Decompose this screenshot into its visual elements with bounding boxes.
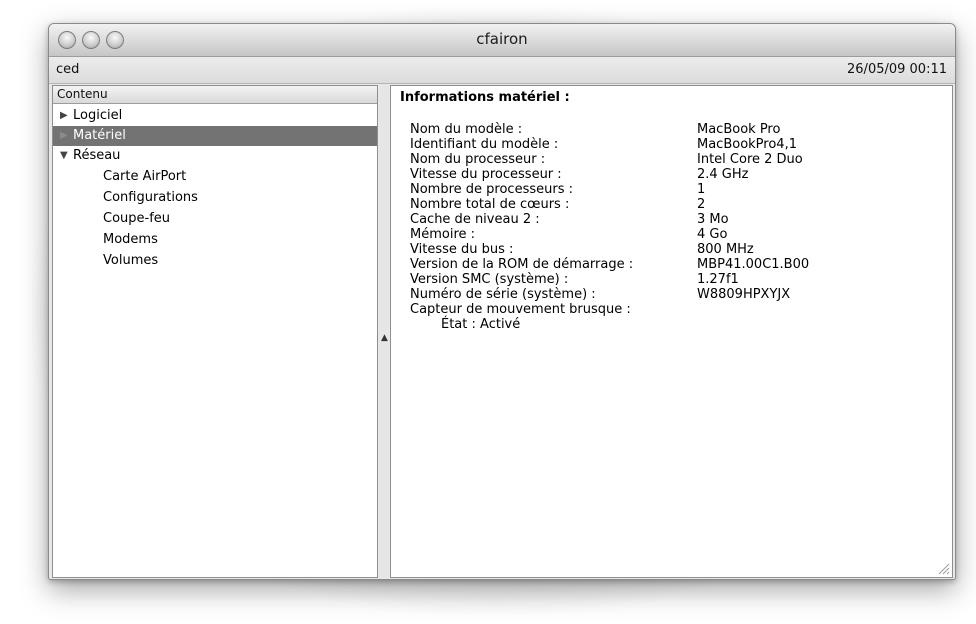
info-value: W8809HPXYJX [697,287,791,302]
info-value: MacBook Pro [697,122,781,137]
detail-pane: Informations matériel : Nom du modèle : M… [390,85,953,578]
info-key: Numéro de série (système) : [410,287,596,302]
disclosure-triangle-icon[interactable]: ▶ [60,106,68,126]
info-row: Identifiant du modèle : MacBookPro4,1 [410,137,930,152]
info-value: Activé [480,317,521,332]
disclosure-triangle-icon[interactable]: ▶ [60,126,68,146]
sidebar-item-configurations[interactable]: Configurations [53,188,377,208]
info-key: Vitesse du processeur : [410,167,562,182]
info-bar: ced 26/05/09 00:11 [49,57,955,84]
info-key: Version SMC (système) : [410,272,569,287]
user-name: ced [56,62,80,77]
info-value: MacBookPro4,1 [697,137,797,152]
window-title: cfairon [476,30,528,48]
info-row: Numéro de série (système) : W8809HPXYJX [410,287,930,302]
sidebar-item-coupe-feu[interactable]: Coupe-feu [53,209,377,229]
sidebar-item-label: Logiciel [73,108,123,123]
sidebar-item-reseau[interactable]: ▼ Réseau [53,146,377,166]
info-row: Cache de niveau 2 : 3 Mo [410,212,930,227]
info-row: Vitesse du bus : 800 MHz [410,242,930,257]
sidebar-item-modems[interactable]: Modems [53,230,377,250]
detail-title: Informations matériel : [400,90,570,105]
sidebar-column-header[interactable]: Contenu [53,86,377,104]
info-value: Intel Core 2 Duo [697,152,803,167]
info-key: Capteur de mouvement brusque : [410,302,631,317]
info-row: Mémoire : 4 Go [410,227,930,242]
info-value: 1 [697,182,706,197]
splitter-grip-icon[interactable]: ▲ [381,333,388,343]
info-value: 1.27f1 [697,272,739,287]
sidebar-item-logiciel[interactable]: ▶ Logiciel [53,106,377,126]
info-row: Vitesse du processeur : 2.4 GHz [410,167,930,182]
info-row: Nombre total de cœurs : 2 [410,197,930,212]
sidebar-item-label: Coupe-feu [103,211,171,226]
sidebar-item-label: Modems [103,232,158,247]
title-bar[interactable]: cfairon [49,24,955,57]
info-key: Nom du modèle : [410,122,523,137]
sidebar-item-label: Configurations [103,190,198,205]
info-key: Nombre total de cœurs : [410,197,570,212]
date-time: 26/05/09 00:11 [847,62,947,77]
sidebar-item-label: Réseau [73,148,121,163]
resize-grip-icon[interactable] [936,561,950,575]
disclosure-triangle-icon[interactable]: ▼ [60,146,68,166]
info-value: 4 Go [697,227,728,242]
sidebar-item-label: Carte AirPort [103,169,187,184]
sidebar-item-label: Matériel [73,128,126,143]
info-value: 3 Mo [697,212,729,227]
info-value: MBP41.00C1.B00 [697,257,810,272]
info-value: 2 [697,197,706,212]
info-key: Mémoire : [410,227,476,242]
sidebar-item-label: Volumes [103,253,159,268]
info-row: Nom du processeur : Intel Core 2 Duo [410,152,930,167]
info-row: Nombre de processeurs : 1 [410,182,930,197]
info-value: 800 MHz [697,242,754,257]
info-row: Capteur de mouvement brusque : [410,302,930,317]
info-value: 2.4 GHz [697,167,749,182]
info-sub-row: État : Activé [410,317,930,332]
info-row: Version de la ROM de démarrage : MBP41.00… [410,257,930,272]
info-key: Cache de niveau 2 : [410,212,540,227]
hardware-info-list: Nom du modèle : MacBook Pro Identifiant d… [410,122,930,332]
info-key: Version de la ROM de démarrage : [410,257,634,272]
info-row: Nom du modèle : MacBook Pro [410,122,930,137]
sidebar-item-volumes[interactable]: Volumes [53,251,377,271]
info-row: Version SMC (système) : 1.27f1 [410,272,930,287]
sidebar-item-materiel[interactable]: ▶ Matériel [53,126,377,146]
info-key: Nombre de processeurs : [410,182,573,197]
split-view-divider[interactable]: ▲ [379,85,389,578]
system-profiler-window: cfairon ced 26/05/09 00:11 Contenu ▶ Log… [48,23,956,580]
contents-sidebar: Contenu ▶ Logiciel ▶ Matériel ▼ Réseau C… [52,85,378,578]
info-key: Nom du processeur : [410,152,546,167]
info-key: Identifiant du modèle : [410,137,559,152]
info-key: Vitesse du bus : [410,242,514,257]
sidebar-item-carte-airport[interactable]: Carte AirPort [53,167,377,187]
info-key: État : [441,317,476,332]
